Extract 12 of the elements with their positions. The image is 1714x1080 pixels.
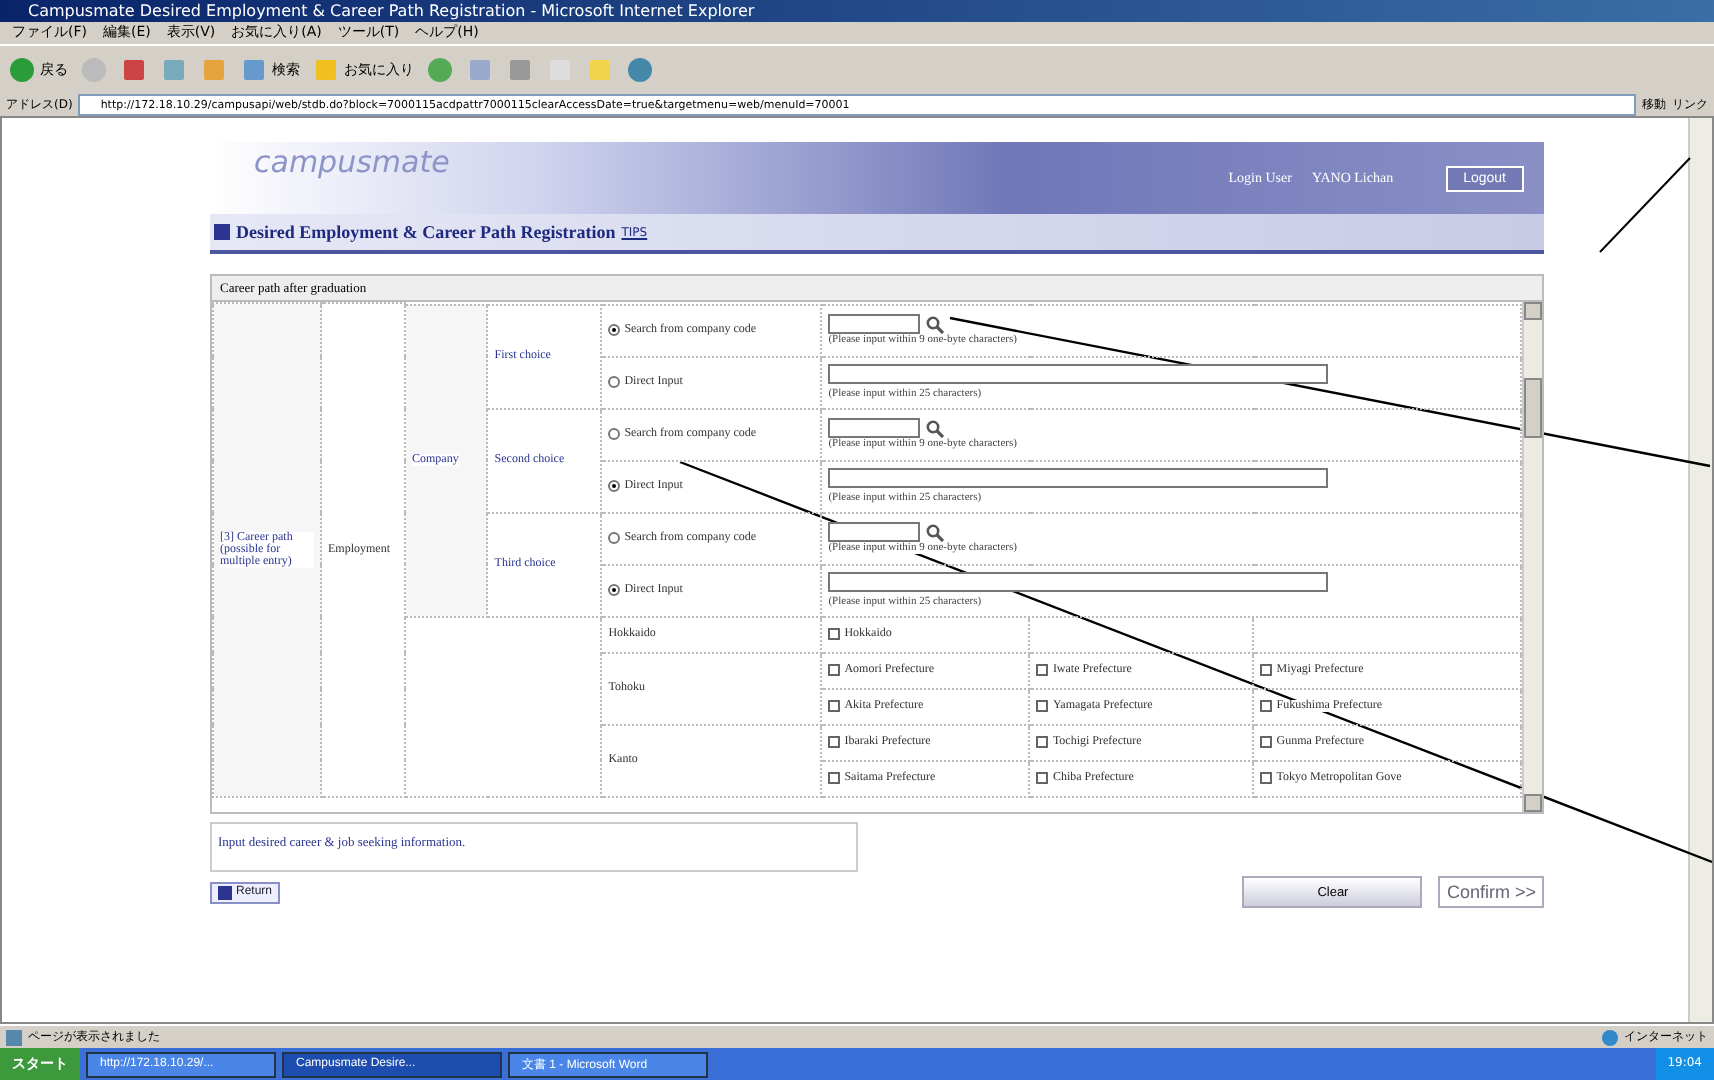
- leader-line: [1599, 157, 1691, 253]
- company-name-field[interactable]: [828, 572, 1329, 593]
- page-title: Desired Employment & Career Path Registration: [236, 222, 616, 242]
- company-code-field[interactable]: [828, 522, 921, 542]
- company-name-field[interactable]: [828, 468, 1329, 489]
- company-code-field[interactable]: [828, 314, 921, 334]
- window-title: Campusmate Desired Employment & Career Path Registration - Microsoft Internet Explorer: [0, 0, 1714, 22]
- company-code-field[interactable]: [828, 418, 921, 438]
- confirm-button[interactable]: Confirm >>: [1438, 876, 1544, 908]
- logo: campusmate: [254, 144, 452, 180]
- company-name-field[interactable]: [828, 364, 1329, 385]
- square-icon: [218, 885, 232, 899]
